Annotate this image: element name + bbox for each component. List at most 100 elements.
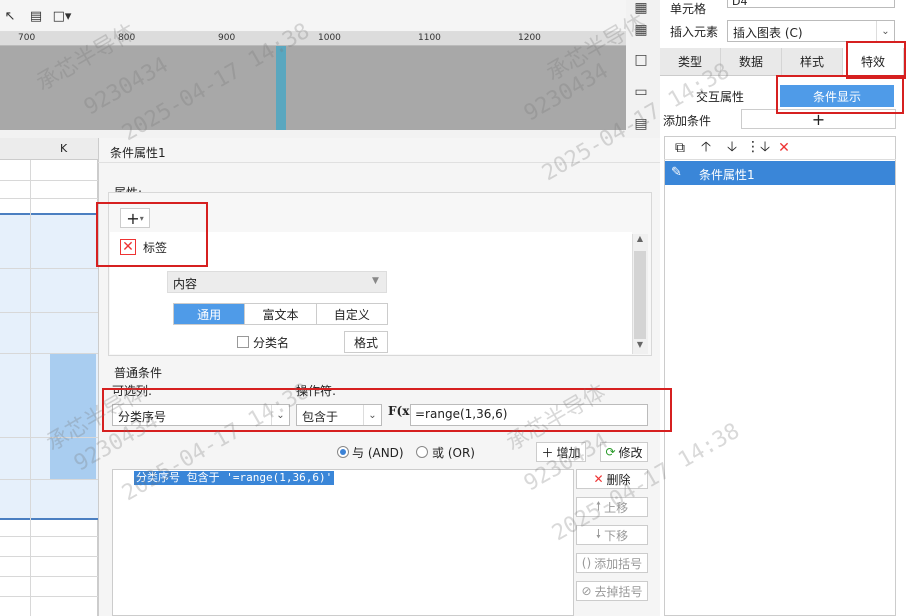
design-canvas[interactable] [0,46,626,130]
add-condition-label: 添加条件 [663,114,712,128]
cell-label: 单元格 [670,2,707,16]
monitor-icon[interactable]: ▭ [632,84,650,100]
condition-list-item[interactable]: 分类序号 包含于 '=range(1,36,6)' [134,471,335,485]
copy-icon[interactable]: ⧉ [672,140,688,156]
condition-attribute-item-label: 条件属性1 [699,168,755,182]
plus-icon: ＋ [541,445,554,460]
ruler-label: 1000 [318,33,341,43]
column-divider [30,160,31,616]
column-header-row [0,138,98,160]
dialog-title: 条件属性1 [110,146,166,160]
tab-rich-text[interactable]: 富文本 [244,304,316,324]
row-divider [0,312,98,313]
scrollbar-thumb[interactable] [634,251,646,339]
modify-condition-button[interactable]: ⟳ 修改 [600,442,648,462]
scroll-up-icon[interactable]: ▲ [632,234,648,248]
scroll-down-icon[interactable]: ▼ [632,340,648,354]
tab-general[interactable]: 通用 [174,304,245,324]
format-button[interactable]: 格式 [344,331,388,353]
highlight-box-tag [96,202,208,267]
edit-icon[interactable]: ✎ [671,165,687,181]
and-radio[interactable] [337,446,349,458]
chevron-down-icon: ⌄ [876,21,894,41]
or-radio[interactable] [416,446,428,458]
condition-attribute-list [664,136,896,616]
category-name-label: 分类名 [253,336,290,350]
row-divider [0,596,98,597]
sort-icon[interactable]: ⋮🡣 [746,139,770,156]
move-down-icon[interactable]: 🡣 [724,139,740,156]
tab-style[interactable]: 样式 [782,48,843,75]
insert-element-select[interactable]: 插入图表 (C) ⌄ [727,20,895,42]
row-divider [0,198,98,199]
row-divider [0,268,98,269]
highlight-box-conditional-display [776,75,904,114]
remove-parentheses-button[interactable]: ⊘ 去掉括号 [576,581,648,601]
tab-interaction-properties[interactable]: 交互属性 [696,88,744,105]
highlight-box-condition [102,388,672,432]
remove-parentheses-icon: ⊘ [581,584,592,598]
insert-element-label: 插入元素 [670,25,719,39]
ruler-label: 1100 [418,33,441,43]
row-divider [0,437,98,438]
tab-type[interactable]: 类型 [660,48,721,75]
move-up-button[interactable]: 🠕 上移 [576,497,648,517]
ruler-label: 700 [18,33,36,43]
row-divider [0,180,98,181]
remove-parentheses-label: 去掉括号 [594,584,643,599]
pointer-icon[interactable]: ↖ [2,8,18,24]
ruler-label: 1200 [518,33,541,43]
border-icon[interactable]: □▾ [53,8,72,24]
widget-icon[interactable]: ▦ [632,0,650,16]
layers-icon[interactable]: ▤ [632,116,650,132]
condition-list[interactable] [112,469,574,616]
and-radio-label: 与 (AND) [352,446,404,460]
delete-condition-button[interactable]: ✕ 删除 [576,469,648,489]
refresh-icon: ⟳ [605,445,616,459]
move-up-icon[interactable]: 🡡 [698,139,714,156]
top-toolbar: ↖ ▤ □▾ [0,0,626,32]
delete-button-label: 删除 [606,472,631,487]
move-down-label: 下移 [604,528,629,543]
dialog-divider [98,162,666,163]
move-up-label: 上移 [604,500,629,515]
content-select[interactable] [167,271,387,293]
region-border-top [0,213,98,215]
canvas-selection-marker [276,46,286,130]
content-type-tabs: 通用 富文本 自定义 [173,303,388,325]
add-parentheses-button[interactable]: () 添加括号 [576,553,648,573]
delete-icon[interactable]: ✕ [776,140,792,156]
row-divider [0,556,98,557]
horizontal-ruler: 700 800 900 1000 1100 1200 [0,32,626,46]
row-divider [0,536,98,537]
row-divider [0,479,98,480]
tab-custom[interactable]: 自定义 [315,304,387,324]
add-parentheses-label: 添加括号 [594,556,643,571]
tab-data[interactable]: 数据 [721,48,782,75]
category-name-checkbox[interactable] [237,336,249,348]
parentheses-icon: () [581,556,592,570]
frame-icon[interactable]: □ [632,52,650,68]
insert-element-value: 插入图表 (C) [733,26,803,40]
ruler-label: 800 [118,33,136,43]
column-header-k[interactable]: K [60,142,67,155]
chevron-down-icon: ▼ [372,276,379,286]
row-divider [0,353,98,354]
region-border-bottom [0,518,98,520]
add-button-label: 增加 [556,445,581,460]
ruler-label: 900 [218,33,236,43]
arrow-up-icon: 🠕 [595,498,602,513]
modify-button-label: 修改 [618,445,643,460]
grid-settings-icon[interactable]: ▦ [632,22,650,38]
conditions-title: 普通条件 [114,366,163,380]
highlight-box-effects-tab [846,41,906,79]
move-down-button[interactable]: 🠗 下移 [576,525,648,545]
cell-name-input[interactable]: D4 [727,0,895,8]
add-condition-button[interactable]: ＋增加 [536,442,586,462]
selected-cell-range[interactable] [50,353,96,479]
or-radio-label: 或 (OR) [432,446,475,460]
arrow-down-icon: 🠗 [595,526,602,541]
row-divider [0,576,98,577]
document-icon[interactable]: ▤ [28,8,44,24]
delete-icon: ✕ [593,472,604,486]
